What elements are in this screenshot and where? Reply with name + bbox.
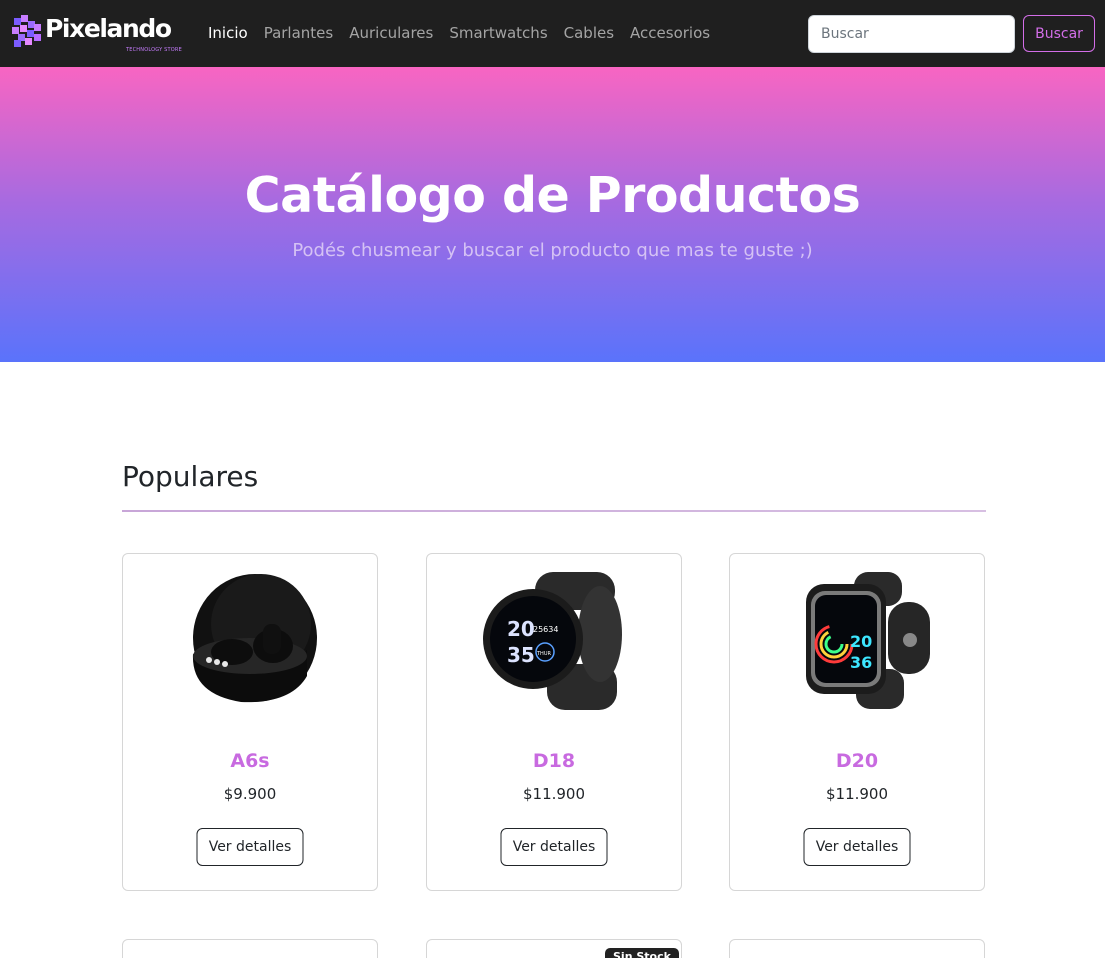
ver-detalles-button[interactable]: Ver detalles xyxy=(196,828,304,866)
nav-links: Inicio Parlantes Auriculares Smartwatchs… xyxy=(208,24,710,42)
watch-minute: 36 xyxy=(850,653,872,672)
product-price: $11.900 xyxy=(825,785,889,803)
navbar: Pixelando TECHNOLOGY STORE Inicio Parlan… xyxy=(0,0,1105,67)
watch-hour: 20 xyxy=(507,617,535,641)
nav-item-smartwatchs[interactable]: Smartwatchs xyxy=(449,24,547,42)
sin-stock-badge: Sin Stock xyxy=(605,948,679,958)
pixel-logo-icon xyxy=(12,15,48,47)
nav-item-parlantes[interactable]: Parlantes xyxy=(264,24,334,42)
section-divider xyxy=(122,510,986,512)
watch-hour: 20 xyxy=(850,632,872,651)
product-name: A6s xyxy=(230,750,270,772)
product-card-next: Sin Stock xyxy=(426,939,682,958)
hero-title: Catálogo de Productos xyxy=(244,167,861,224)
product-card: 20 35 25634 THUR D18 $11.900 Ver detalle… xyxy=(426,553,682,891)
product-price: $11.900 xyxy=(522,785,586,803)
watch-day: THUR xyxy=(536,651,551,657)
section-title: Populares xyxy=(122,460,259,493)
product-card: A6s $9.900 Ver detalles xyxy=(122,553,378,891)
brand-name: Pixelando xyxy=(45,14,172,43)
brand-tagline: TECHNOLOGY STORE xyxy=(126,47,182,53)
nav-item-inicio[interactable]: Inicio xyxy=(208,24,248,42)
hero-banner: Catálogo de Productos Podés chusmear y b… xyxy=(0,67,1105,362)
watch-steps: 25634 xyxy=(533,625,558,634)
brand-logo[interactable]: Pixelando TECHNOLOGY STORE xyxy=(12,13,187,55)
ver-detalles-button[interactable]: Ver detalles xyxy=(500,828,608,866)
product-card-next xyxy=(729,939,985,958)
product-name: D18 xyxy=(532,750,576,772)
search-input[interactable] xyxy=(808,15,1015,53)
square-smartwatch-image: 20 36 xyxy=(806,572,930,709)
nav-item-auriculares[interactable]: Auriculares xyxy=(349,24,433,42)
round-smartwatch-image: 20 35 25634 THUR xyxy=(483,572,622,710)
product-card-next xyxy=(122,939,378,958)
ver-detalles-button[interactable]: Ver detalles xyxy=(803,828,911,866)
product-price: $9.900 xyxy=(223,785,277,803)
hero-subtitle: Podés chusmear y buscar el producto que … xyxy=(292,240,813,261)
nav-item-cables[interactable]: Cables xyxy=(564,24,614,42)
product-card: 20 36 D20 $11.900 Ver detalles xyxy=(729,553,985,891)
watch-minute: 35 xyxy=(507,643,535,667)
earbuds-image xyxy=(192,574,317,703)
nav-item-accesorios[interactable]: Accesorios xyxy=(630,24,710,42)
search-button[interactable]: Buscar xyxy=(1023,15,1095,52)
product-name: D20 xyxy=(835,750,879,772)
